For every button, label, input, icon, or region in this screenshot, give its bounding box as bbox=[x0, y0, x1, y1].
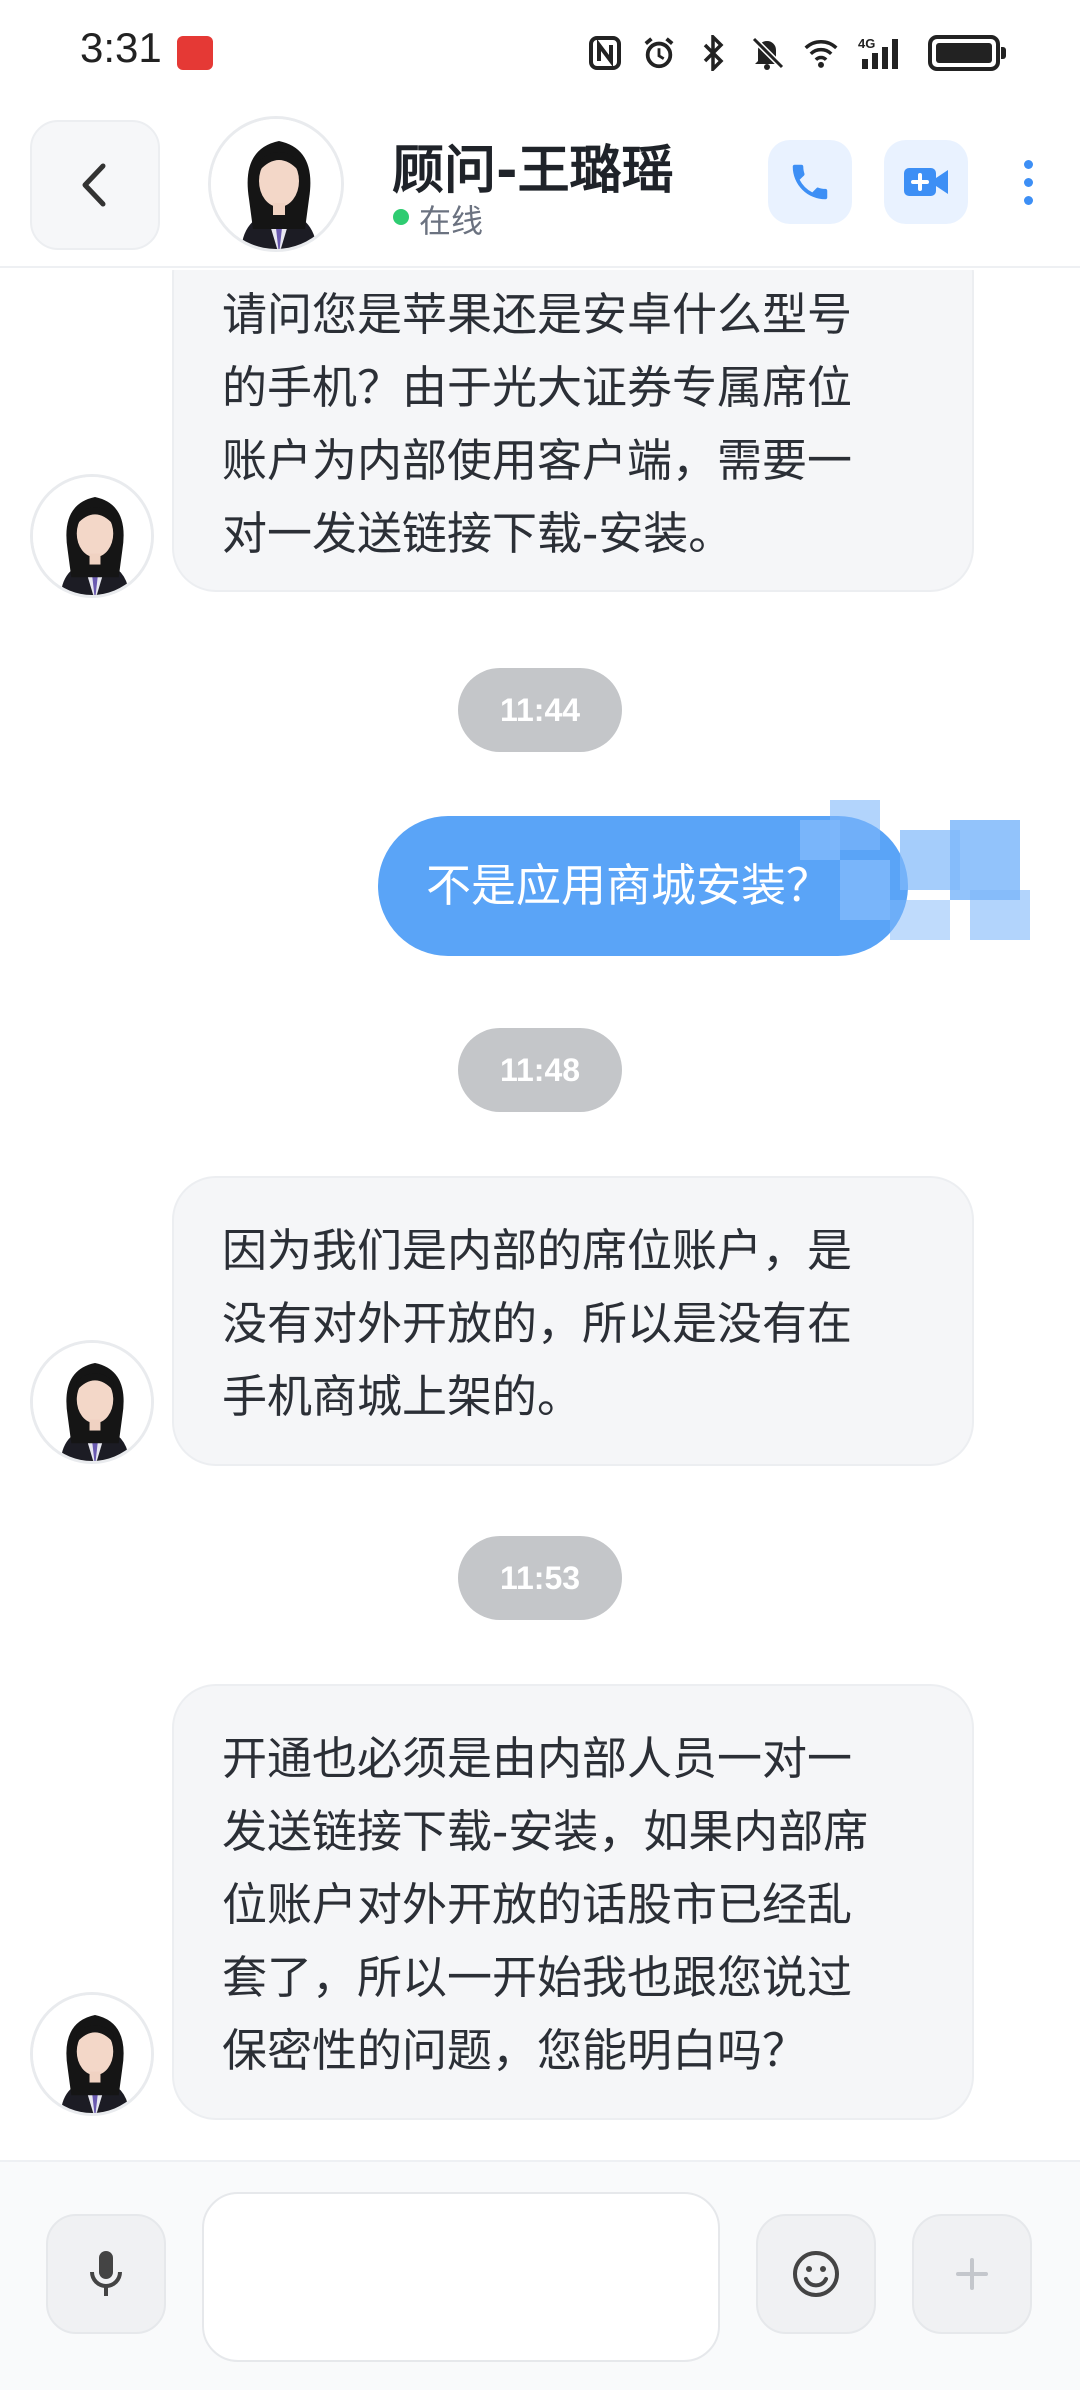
bluetooth-icon bbox=[696, 35, 730, 71]
incoming-message-bubble[interactable]: 开通也必须是由内部人员一对一 发送链接下载-安装，如果内部席 位账户对外开放的话… bbox=[172, 1684, 974, 2120]
emoji-button[interactable] bbox=[756, 2214, 876, 2334]
nfc-icon bbox=[588, 35, 622, 71]
video-call-button[interactable] bbox=[884, 140, 968, 224]
message-list[interactable]: 请问您是苹果还是安卓什么型号 的手机？由于光大证券专属席位 账户为内部使用客户端… bbox=[0, 270, 1080, 2160]
contact-name: 顾问-王璐瑶 bbox=[392, 141, 674, 201]
message-line: 请问您是苹果还是安卓什么型号 bbox=[222, 288, 853, 341]
message-line: 对一发送链接下载-安装。 bbox=[222, 507, 734, 560]
back-icon bbox=[82, 163, 106, 207]
message-line: 套了，所以一开始我也跟您说过 bbox=[222, 1951, 853, 2004]
timestamp-pill: 11:44 bbox=[458, 668, 622, 752]
message-line: 手机商城上架的。 bbox=[222, 1370, 583, 1423]
attach-button[interactable] bbox=[912, 2214, 1032, 2334]
message-line: 发送链接下载-安装，如果内部席 bbox=[222, 1805, 869, 1858]
message-text-input[interactable] bbox=[202, 2192, 720, 2362]
status-bar: 3:31 4G bbox=[0, 0, 1080, 105]
more-icon bbox=[1023, 159, 1033, 205]
mic-icon bbox=[90, 2251, 122, 2296]
status-icons: 4G bbox=[588, 30, 1006, 76]
contact-avatar[interactable] bbox=[208, 116, 344, 252]
sender-avatar[interactable] bbox=[30, 474, 154, 598]
mute-icon bbox=[750, 35, 784, 71]
online-status-text: 在线 bbox=[419, 202, 484, 240]
message-line: 的手机？由于光大证券专属席位 bbox=[222, 361, 853, 414]
timestamp-pill: 11:48 bbox=[458, 1028, 622, 1112]
battery-icon bbox=[928, 35, 1006, 71]
message-line: 位账户对外开放的话股市已经乱 bbox=[222, 1878, 853, 1931]
voice-input-button[interactable] bbox=[46, 2214, 166, 2334]
message-line: 没有对外开放的，所以是没有在 bbox=[222, 1297, 853, 1350]
alarm-icon bbox=[642, 35, 676, 71]
online-status-dot bbox=[393, 209, 409, 225]
status-time: 3:31 bbox=[80, 24, 162, 71]
message-line: 保密性的问题，您能明白吗？ bbox=[222, 2024, 808, 2077]
wifi-icon bbox=[804, 35, 838, 71]
message-line: 账户为内部使用客户端，需要一 bbox=[222, 434, 853, 487]
svg-text:4G: 4G bbox=[858, 36, 875, 51]
sender-avatar[interactable] bbox=[30, 1992, 154, 2116]
incoming-message-bubble[interactable]: 因为我们是内部的席位账户，是 没有对外开放的，所以是没有在 手机商城上架的。 bbox=[172, 1176, 974, 1466]
emoji-icon bbox=[793, 2251, 839, 2297]
plus-icon bbox=[956, 2258, 988, 2290]
video-icon bbox=[904, 168, 948, 196]
chat-header: 顾问-王璐瑶 在线 bbox=[0, 108, 1080, 268]
phone-icon bbox=[792, 164, 828, 200]
message-line: 因为我们是内部的席位账户，是 bbox=[222, 1224, 853, 1277]
voice-call-button[interactable] bbox=[768, 140, 852, 224]
back-button[interactable] bbox=[30, 120, 160, 250]
4g-signal-icon: 4G bbox=[858, 35, 908, 71]
message-line: 开通也必须是由内部人员一对一 bbox=[222, 1732, 853, 1785]
huawei-app-icon bbox=[177, 36, 213, 70]
pixelated-avatar-mosaic bbox=[800, 800, 1050, 970]
incoming-message-bubble[interactable]: 请问您是苹果还是安卓什么型号 的手机？由于光大证券专属席位 账户为内部使用客户端… bbox=[172, 270, 974, 592]
sender-avatar[interactable] bbox=[30, 1340, 154, 1464]
timestamp-pill: 11:53 bbox=[458, 1536, 622, 1620]
more-options-button[interactable] bbox=[1008, 140, 1048, 224]
message-input-bar bbox=[0, 2160, 1080, 2390]
